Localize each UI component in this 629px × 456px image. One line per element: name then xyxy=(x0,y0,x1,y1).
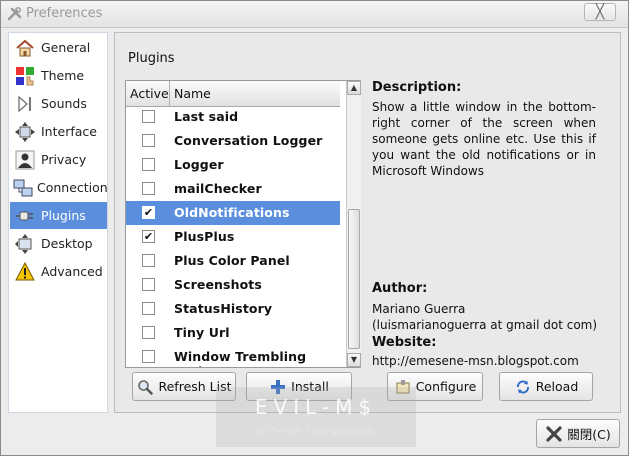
sidebar-item-general[interactable]: General xyxy=(10,34,107,61)
desktop-icon xyxy=(13,232,37,256)
sidebar-item-label: Plugins xyxy=(41,208,86,223)
scroll-up-arrow-icon[interactable]: ▲ xyxy=(347,81,361,95)
list-scrollbar[interactable]: ▲ ▼ xyxy=(346,81,361,367)
sidebar-item-label: Connection xyxy=(37,180,108,195)
sidebar-item-interface[interactable]: Interface xyxy=(10,118,107,145)
plugin-name: Screenshots xyxy=(174,277,262,292)
close-label: 關閉(C) xyxy=(567,427,611,442)
table-row[interactable]: Screenshots xyxy=(126,273,340,297)
panel-heading: Plugins xyxy=(128,51,175,66)
active-checkbox[interactable] xyxy=(142,326,155,339)
sidebar-item-label: General xyxy=(41,40,91,55)
sidebar-item-desktop[interactable]: Desktop xyxy=(10,230,107,257)
theme-icon xyxy=(13,64,37,88)
watermark-logo: EVIL-M$ 除了一樣不了解我會玩味的我 xyxy=(216,387,416,447)
reload-button[interactable]: Reload xyxy=(499,372,593,401)
active-checkbox[interactable] xyxy=(142,302,155,315)
tools-icon xyxy=(7,6,23,22)
table-row[interactable]: Last said xyxy=(126,108,340,129)
network-icon xyxy=(13,176,33,200)
configure-label: Configure xyxy=(415,379,477,394)
sidebar-item-label: Desktop xyxy=(41,236,93,251)
active-checkbox[interactable] xyxy=(142,110,155,123)
active-checkbox[interactable]: ✔ xyxy=(142,206,155,219)
sidebar-item-label: Sounds xyxy=(41,96,87,111)
close-x-icon xyxy=(545,425,563,443)
author-label: Author: xyxy=(372,281,428,296)
sidebar-item-label: Advanced xyxy=(41,264,103,279)
reload-label: Reload xyxy=(535,379,579,394)
active-checkbox[interactable] xyxy=(142,254,155,267)
column-header-name[interactable]: Name xyxy=(171,81,340,107)
warning-icon xyxy=(13,260,37,284)
plugin-name: Plus Color Panel xyxy=(174,253,290,268)
watermark-line1: EVIL-M$ xyxy=(254,395,378,419)
table-row[interactable]: ✔ OldNotifications xyxy=(126,201,340,225)
table-row[interactable]: ✔ PlusPlus xyxy=(126,225,340,249)
sidebar: General Theme Sounds Interface Privacy Connec… xyxy=(8,32,108,413)
plug-icon xyxy=(13,204,37,228)
description-text: Show a little window in the bottom-right… xyxy=(372,100,596,178)
active-checkbox[interactable] xyxy=(142,134,155,147)
plugin-name: StatusHistory xyxy=(174,301,273,316)
title-bar: Preferences ╳ xyxy=(1,1,628,28)
close-button[interactable]: 關閉(C) xyxy=(536,419,620,448)
plugin-name: mailChecker xyxy=(174,181,262,196)
author-email: (luismarianoguerra at gmail dot com) xyxy=(372,318,598,332)
window-close-button[interactable]: ╳ xyxy=(584,3,616,21)
window-title: Preferences xyxy=(26,6,103,21)
plugins-panel: Plugins Active Name Last said Conversatio… xyxy=(114,32,621,413)
description-label: Description: xyxy=(372,80,462,95)
watermark-line2: 除了一樣不了解我會玩味的我 xyxy=(257,428,375,438)
scroll-down-arrow-icon[interactable]: ▼ xyxy=(347,353,361,367)
table-row[interactable]: Logger xyxy=(126,153,340,177)
interface-icon xyxy=(13,120,37,144)
magnifier-icon xyxy=(136,378,154,396)
active-checkbox[interactable] xyxy=(142,182,155,195)
table-row[interactable]: Conversation Logger xyxy=(126,129,340,153)
sidebar-item-label: Privacy xyxy=(41,152,87,167)
sidebar-item-label: Interface xyxy=(41,124,97,139)
table-row[interactable]: Window Trembling Nudge xyxy=(126,345,340,367)
plugin-name: Window Trembling Nudge xyxy=(174,349,307,367)
home-icon xyxy=(13,36,37,60)
website-link[interactable]: http://emesene-msn.blogspot.com xyxy=(372,354,579,368)
plugin-rows: Last said Conversation Logger Logger mailCh… xyxy=(126,108,340,367)
sidebar-item-advanced[interactable]: Advanced xyxy=(10,258,107,285)
reload-icon xyxy=(514,378,532,396)
active-checkbox[interactable] xyxy=(142,158,155,171)
sidebar-item-connection[interactable]: Connection xyxy=(10,174,108,201)
sidebar-item-theme[interactable]: Theme xyxy=(10,62,107,89)
plugin-list: Active Name Last said Conversation Logger… xyxy=(125,80,361,368)
scrollbar-thumb[interactable] xyxy=(348,209,360,349)
column-header-active[interactable]: Active xyxy=(126,81,170,107)
list-header: Active Name xyxy=(126,81,340,107)
person-icon xyxy=(13,148,37,172)
sidebar-item-privacy[interactable]: Privacy xyxy=(10,146,107,173)
plugin-name: Conversation Logger xyxy=(174,133,323,148)
sidebar-item-sounds[interactable]: Sounds xyxy=(10,90,107,117)
sidebar-item-plugins[interactable]: Plugins xyxy=(10,202,107,229)
plugin-name: Tiny Url xyxy=(174,325,230,340)
table-row[interactable]: mailChecker xyxy=(126,177,340,201)
plugin-name: PlusPlus xyxy=(174,229,235,244)
author-name: Mariano Guerra xyxy=(372,302,466,316)
preferences-window: Preferences ╳ General Theme Sounds Interfac… xyxy=(0,0,629,456)
table-row[interactable]: Tiny Url xyxy=(126,321,340,345)
author-text: Mariano Guerra (luismarianoguerra at gma… xyxy=(372,301,612,333)
active-checkbox[interactable] xyxy=(142,278,155,291)
table-row[interactable]: StatusHistory xyxy=(126,297,340,321)
plugin-name: Last said xyxy=(174,109,239,124)
active-checkbox[interactable] xyxy=(142,350,155,363)
plugin-name: Logger xyxy=(174,157,224,172)
table-row[interactable]: Plus Color Panel xyxy=(126,249,340,273)
active-checkbox[interactable]: ✔ xyxy=(142,230,155,243)
sidebar-item-label: Theme xyxy=(41,68,85,83)
speaker-icon xyxy=(13,92,37,116)
website-label: Website: xyxy=(372,335,437,350)
plugin-name: OldNotifications xyxy=(174,205,290,220)
